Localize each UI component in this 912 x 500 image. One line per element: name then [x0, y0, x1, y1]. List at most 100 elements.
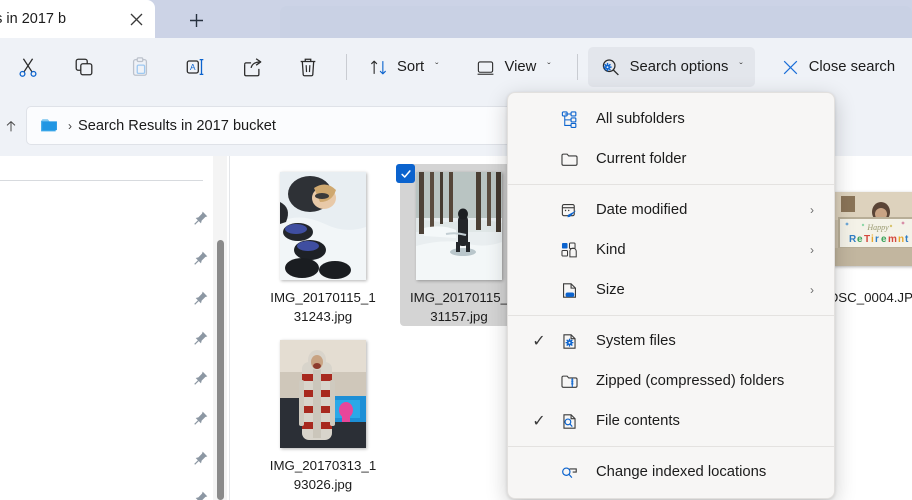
tab-strip-empty-area[interactable] — [280, 6, 912, 38]
submenu-chevron-icon: › — [810, 203, 814, 217]
file-explorer-window: Results in 2017 b — [0, 0, 912, 500]
up-arrow-icon[interactable] — [0, 110, 22, 142]
scrollbar-thumb[interactable] — [217, 240, 224, 500]
folder-outline-icon — [558, 148, 580, 170]
file-label-line2: 93026.jpg — [293, 477, 353, 492]
search-options-label: Search options — [629, 59, 729, 75]
paste-icon — [118, 48, 162, 86]
menu-item-label: Change indexed locations — [596, 464, 767, 480]
menu-item-size[interactable]: Size › — [508, 270, 834, 310]
chevron-down-icon: ˇ — [435, 61, 439, 73]
close-search-button[interactable]: Close search — [769, 47, 907, 87]
menu-item-system-files[interactable]: ✓ System files — [508, 321, 834, 361]
pin-icon[interactable] — [193, 410, 209, 426]
file-label-line1: DSC_0004.JPG — [828, 290, 912, 305]
delete-icon[interactable] — [286, 48, 330, 86]
rename-icon[interactable]: A — [174, 48, 218, 86]
svg-text:Happy: Happy — [866, 223, 889, 232]
pin-icon[interactable] — [193, 330, 209, 346]
striped-jacket-photo — [280, 340, 366, 448]
check-icon: ✓ — [532, 333, 546, 350]
thumbnail-wrap — [280, 172, 366, 280]
thumbnail-wrap: Happy R e T i r e m n t — [833, 172, 912, 280]
view-button[interactable]: View ˇ — [464, 47, 562, 87]
file-contents-icon — [558, 410, 580, 432]
file-item[interactable]: IMG_20170115_1 31243.jpg — [264, 164, 382, 326]
svg-text:m: m — [888, 234, 897, 245]
size-icon — [558, 279, 580, 301]
chevron-down-icon: ˇ — [547, 61, 551, 73]
menu-item-label: Size — [596, 282, 625, 298]
menu-item-kind[interactable]: Kind › — [508, 230, 834, 270]
navigation-pane — [0, 156, 208, 500]
menu-item-label: File contents — [596, 413, 680, 429]
file-label-line1: IMG_20170115_ — [409, 290, 509, 305]
tab-strip: Results in 2017 b — [0, 0, 912, 38]
sort-button[interactable]: Sort ˇ — [357, 47, 450, 87]
command-bar: A Sort ˇ View ˇ Search options ˇ Close s… — [0, 38, 912, 96]
sort-icon — [370, 60, 387, 74]
snow-feet-photo — [280, 172, 366, 280]
folder-icon — [41, 118, 57, 131]
file-label-line1: IMG_20170313_1 — [269, 458, 377, 473]
close-icon[interactable] — [125, 8, 147, 30]
menu-item-change-indexed-locations[interactable]: Change indexed locations — [508, 452, 834, 492]
kind-icon — [558, 239, 580, 261]
view-icon — [478, 60, 494, 75]
svg-text:r: r — [875, 234, 879, 245]
menu-item-date-modified[interactable]: Date modified › — [508, 190, 834, 230]
view-label: View — [504, 59, 537, 75]
search-options-menu: All subfolders Current folder Date modif… — [507, 92, 835, 499]
navpane-divider — [0, 180, 203, 181]
cut-icon[interactable] — [6, 48, 50, 86]
svg-text:A: A — [190, 63, 196, 72]
chevron-down-icon: ˇ — [739, 61, 743, 73]
menu-item-zipped-folders[interactable]: Zipped (compressed) folders — [508, 361, 834, 401]
menu-item-label: All subfolders — [596, 111, 685, 127]
pin-icon[interactable] — [193, 250, 209, 266]
menu-item-file-contents[interactable]: ✓ File contents — [508, 401, 834, 441]
retirement-banner-photo: Happy R e T i r e m n t — [833, 192, 912, 266]
pin-icon[interactable] — [193, 370, 209, 386]
check-icon: ✓ — [532, 413, 546, 430]
tab-search-results[interactable]: Results in 2017 b — [0, 0, 155, 38]
breadcrumb-path: Search Results in 2017 bucket — [78, 117, 276, 134]
svg-text:e: e — [881, 234, 887, 245]
svg-text:i: i — [871, 234, 874, 245]
copy-icon[interactable] — [62, 48, 106, 86]
new-tab-button[interactable] — [176, 4, 216, 36]
toolbar-divider — [346, 54, 347, 80]
submenu-chevron-icon: › — [810, 243, 814, 257]
pin-icon[interactable] — [193, 450, 209, 466]
file-item[interactable]: IMG_20170313_1 93026.jpg — [264, 332, 382, 494]
file-label: IMG_20170115_1 31243.jpg — [265, 288, 381, 326]
menu-item-all-subfolders[interactable]: All subfolders — [508, 99, 834, 139]
indexed-locations-icon — [558, 461, 580, 483]
file-label-line2: 31243.jpg — [293, 309, 353, 324]
toolbar-divider-2 — [576, 54, 578, 80]
file-item[interactable]: IMG_20170115_ 31157.jpg — [396, 164, 518, 326]
tab-title: Results in 2017 b — [0, 11, 67, 27]
selection-checkbox[interactable] — [396, 164, 415, 183]
menu-divider — [508, 446, 834, 447]
submenu-chevron-icon: › — [810, 283, 814, 297]
file-label-line2: 31157.jpg — [430, 309, 488, 324]
file-label: IMG_20170313_1 93026.jpg — [265, 456, 381, 494]
menu-item-label: System files — [596, 333, 676, 349]
search-options-button[interactable]: Search options ˇ — [587, 47, 755, 87]
breadcrumb-separator: › — [68, 118, 72, 133]
pin-icon[interactable] — [193, 490, 209, 500]
svg-text:n: n — [898, 234, 904, 245]
pin-icon[interactable] — [193, 210, 209, 226]
menu-divider — [508, 315, 834, 316]
pane-divider[interactable] — [229, 156, 230, 500]
pin-icon[interactable] — [193, 290, 209, 306]
file-label: IMG_20170115_ 31157.jpg — [401, 288, 517, 326]
share-icon[interactable] — [230, 48, 274, 86]
svg-text:T: T — [864, 234, 870, 245]
close-search-label: Close search — [808, 59, 896, 75]
svg-text:e: e — [857, 234, 863, 245]
subfolders-icon — [558, 108, 580, 130]
menu-item-current-folder[interactable]: Current folder — [508, 139, 834, 179]
zip-folder-icon — [558, 370, 580, 392]
